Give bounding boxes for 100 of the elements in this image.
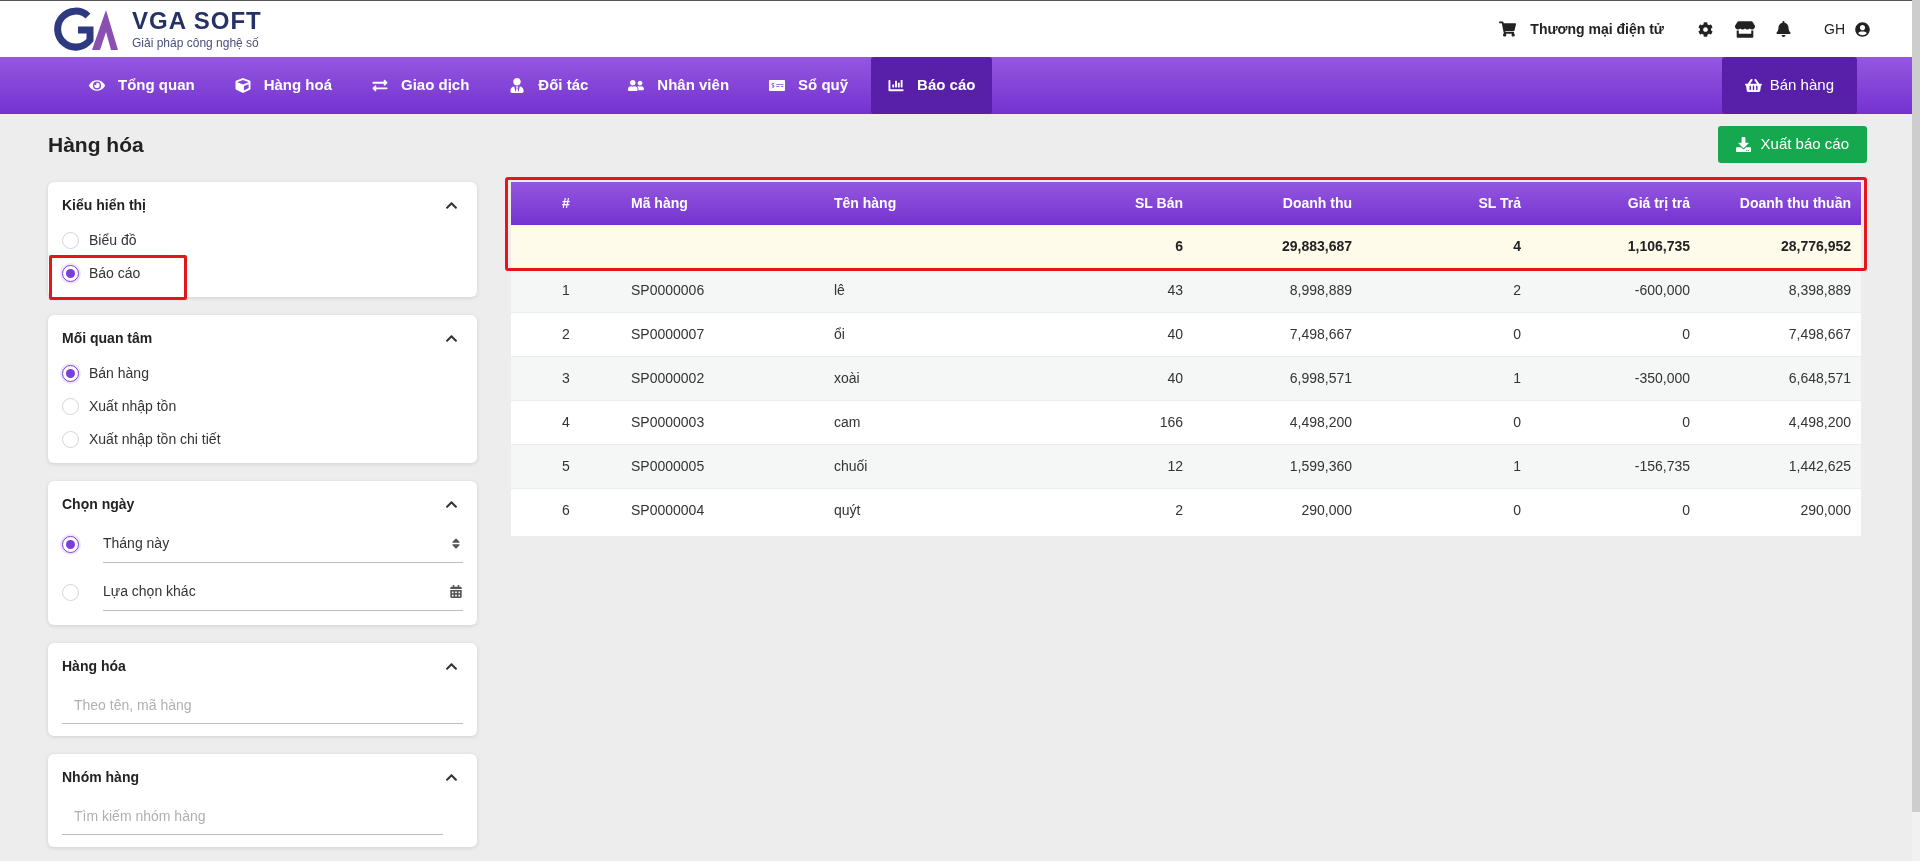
- table-cell-text: 4,498,200: [1288, 413, 1353, 432]
- column-header: #: [561, 194, 571, 213]
- table-cell-text: 0: [1512, 325, 1522, 344]
- nav-tab[interactable]: Sổ quỹ: [752, 57, 866, 114]
- search-input[interactable]: Theo tên, mã hàng: [74, 695, 451, 716]
- table-cell-text: SP0000002: [630, 369, 706, 388]
- table-cell-text: 7,498,667: [1787, 325, 1852, 344]
- table-cell-text: 166: [1158, 413, 1184, 432]
- radio-button[interactable]: [62, 535, 79, 553]
- table-cell-text: SP0000004: [630, 501, 706, 520]
- total-cell-text: 1,106,735: [1626, 237, 1691, 256]
- filter-title: Mối quan tâm: [62, 329, 153, 348]
- table-cell-text: chuối: [833, 457, 869, 476]
- table-cell-text: 1,442,625: [1787, 457, 1852, 476]
- collapse-chevron-icon[interactable]: [445, 199, 458, 212]
- search-input[interactable]: Tìm kiếm nhóm hàng: [74, 806, 431, 827]
- table-cell-text: SP0000003: [630, 413, 706, 432]
- column-header: Tên hàng: [833, 194, 898, 213]
- notification-icon[interactable]: [1776, 21, 1791, 37]
- radio-button[interactable]: [62, 365, 79, 382]
- column-header: Giá trị trả: [1626, 194, 1691, 213]
- filter-title: Hàng hóa: [62, 657, 126, 676]
- nav-tab[interactable]: Tổng quan: [72, 57, 212, 114]
- table-cell-text: 1: [1512, 457, 1522, 476]
- date-field[interactable]: Lựa chọn khác: [103, 573, 463, 611]
- collapse-chevron-icon[interactable]: [445, 498, 458, 511]
- page-title: Hàng hóa: [48, 131, 144, 158]
- calendar-icon: [450, 585, 462, 598]
- nav-tab[interactable]: Hàng hoá: [217, 57, 349, 114]
- table-cell-text: 6: [561, 501, 571, 520]
- nav-tab[interactable]: Giao dịch: [355, 57, 487, 114]
- table-cell-text: -350,000: [1633, 369, 1691, 388]
- table-cell-text: -600,000: [1633, 281, 1691, 300]
- radio-label[interactable]: Xuất nhập tồn: [89, 396, 177, 417]
- arrows-icon: [372, 78, 388, 93]
- collapse-chevron-icon[interactable]: [445, 332, 458, 345]
- period-select[interactable]: Tháng này: [103, 525, 463, 563]
- table-cell-text: quýt: [833, 501, 862, 520]
- sort-icon: [450, 537, 462, 550]
- table-cell-text: cam: [833, 413, 862, 432]
- ecommerce-link[interactable]: Thương mại điện tử: [1530, 18, 1664, 40]
- total-cell-text: 29,883,687: [1280, 237, 1353, 256]
- store-icon[interactable]: [1735, 20, 1755, 38]
- table-cell-text: ổi: [833, 325, 846, 344]
- radio-label[interactable]: Báo cáo: [89, 263, 141, 284]
- table-cell-text: 4: [561, 413, 571, 432]
- table-cell-text: 12: [1166, 457, 1184, 476]
- table-cell-text: 0: [1512, 501, 1522, 520]
- table-cell-text: 7,498,667: [1288, 325, 1353, 344]
- total-cell-text: 4: [1512, 237, 1522, 256]
- table-cell-text: xoài: [833, 369, 861, 388]
- table-cell-text: 0: [1681, 325, 1691, 344]
- download-icon: [1735, 137, 1751, 152]
- table-cell-text: 8,998,889: [1288, 281, 1353, 300]
- cart-icon[interactable]: [1499, 21, 1517, 37]
- table-cell-text: 0: [1512, 413, 1522, 432]
- table-cell-text: 2: [561, 325, 571, 344]
- nav-tab[interactable]: Đối tác: [492, 57, 606, 114]
- column-header: Mã hàng: [630, 194, 689, 213]
- basket-icon: [1744, 78, 1762, 93]
- column-header: Doanh thu: [1281, 194, 1353, 213]
- radio-label[interactable]: Bán hàng: [89, 363, 149, 384]
- user-avatar-icon[interactable]: [1855, 21, 1870, 37]
- nav-tab[interactable]: Báo cáo: [871, 57, 993, 114]
- table-cell-text: 1: [561, 281, 571, 300]
- column-header: Doanh thu thuần: [1738, 194, 1852, 213]
- collapse-chevron-icon[interactable]: [445, 771, 458, 784]
- column-header: SL Trả: [1477, 194, 1522, 213]
- collapse-chevron-icon[interactable]: [445, 660, 458, 673]
- card-icon: [769, 78, 786, 93]
- filter-title: Chọn ngày: [62, 495, 135, 514]
- table-cell-text: SP0000005: [630, 457, 706, 476]
- table-cell-text: 290,000: [1300, 501, 1353, 520]
- bar-chart-icon: [888, 78, 905, 93]
- table-cell-text: 290,000: [1799, 501, 1852, 520]
- nav-tab[interactable]: Nhân viên: [611, 57, 747, 114]
- table-cell-text: 3: [561, 369, 571, 388]
- radio-button[interactable]: [62, 265, 79, 282]
- brand-tagline: Giải pháp công nghệ số: [132, 37, 260, 49]
- user-initials[interactable]: GH: [1824, 18, 1845, 40]
- settings-icon[interactable]: [1698, 21, 1713, 37]
- table-cell-text: 2: [1512, 281, 1522, 300]
- table-cell-text: 6,648,571: [1787, 369, 1852, 388]
- filter-title: Nhóm hàng: [62, 768, 139, 787]
- logo-icon: [54, 6, 120, 52]
- table-cell-text: SP0000006: [630, 281, 706, 300]
- table-cell-text: 40: [1166, 369, 1184, 388]
- table-cell-text: 2: [1174, 501, 1184, 520]
- table-cell-text: 5: [561, 457, 571, 476]
- scrollbar[interactable]: [1912, 0, 1920, 861]
- table-cell-text: 8,398,889: [1787, 281, 1852, 300]
- table-cell-text: 6,998,571: [1288, 369, 1353, 388]
- radio-label[interactable]: Xuất nhập tồn chi tiết: [89, 429, 221, 450]
- eye-icon: [89, 78, 105, 93]
- table-cell-text: SP0000007: [630, 325, 706, 344]
- table-cell-text: -156,735: [1633, 457, 1691, 476]
- brand-name: VGA SOFT: [132, 9, 262, 33]
- radio-label[interactable]: Biểu đồ: [89, 230, 137, 251]
- sell-button[interactable]: Bán hàng: [1721, 57, 1857, 114]
- table-cell-text: 43: [1166, 281, 1184, 300]
